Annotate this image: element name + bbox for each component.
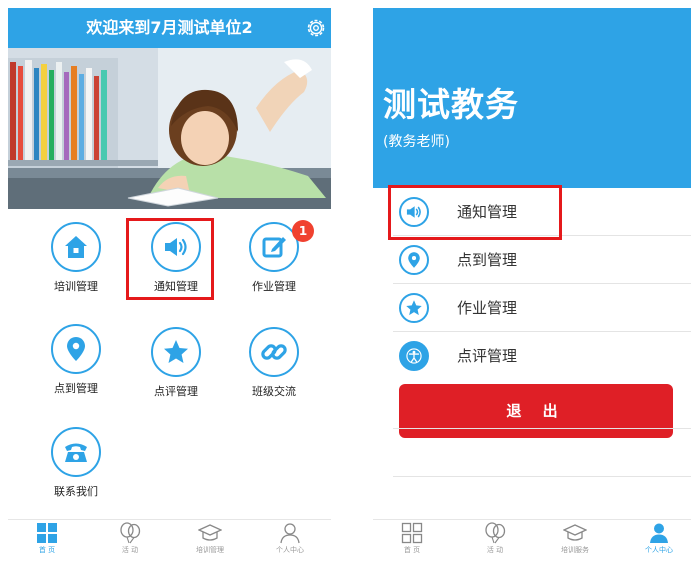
grid-label: 点评管理 — [154, 385, 198, 398]
highlight-box — [126, 218, 214, 300]
star-icon — [151, 327, 201, 377]
highlight-box — [388, 185, 562, 240]
divider — [393, 428, 691, 429]
notification-badge: 1 — [292, 220, 314, 242]
telephone-icon — [51, 427, 101, 477]
tab-label: 活 动 — [486, 546, 504, 554]
profile-screen: 测试教务 (教务老师) 通知管理 点到管理 作业管理 点评管理 退 出 首 页 … — [373, 0, 691, 567]
grid-label: 作业管理 — [252, 280, 296, 293]
tab-label: 个人中心 — [276, 546, 304, 554]
grid-label: 班级交流 — [252, 385, 296, 398]
balloon-icon — [120, 522, 141, 544]
banner-image — [8, 48, 331, 209]
user-name: 测试教务 — [383, 85, 519, 124]
grid-label: 联系我们 — [54, 485, 98, 498]
gear-icon[interactable] — [305, 17, 327, 39]
location-pin-icon — [399, 245, 429, 275]
tab-training[interactable]: 培训管理 — [180, 522, 240, 555]
person-icon — [650, 523, 668, 543]
bottom-tab-bar: 首 页 活 动 培训管理 个人中心 — [8, 519, 331, 567]
grid-icon — [401, 522, 423, 544]
person-icon — [280, 523, 300, 544]
menu-label: 点评管理 — [457, 347, 518, 365]
menu-label: 点到管理 — [457, 251, 518, 269]
tab-activity[interactable]: 活 动 — [465, 522, 525, 555]
user-role: (教务老师) — [383, 134, 450, 150]
graduation-cap-icon — [198, 524, 222, 541]
logout-button[interactable]: 退 出 — [399, 384, 673, 438]
tab-label: 首 页 — [403, 546, 421, 554]
graduation-cap-icon — [563, 524, 587, 541]
tab-training-service[interactable]: 培训服务 — [545, 522, 605, 555]
menu-item-homework[interactable]: 作业管理 — [393, 284, 691, 332]
menu-label: 作业管理 — [457, 299, 518, 317]
menu-item-review[interactable]: 点评管理 — [393, 332, 691, 380]
grid-item-training[interactable]: 培训管理 — [26, 222, 126, 294]
link-icon — [249, 327, 299, 377]
tab-home[interactable]: 首 页 — [17, 522, 77, 555]
tab-label: 培训服务 — [561, 546, 589, 554]
grid-item-attendance[interactable]: 点到管理 — [26, 324, 126, 396]
divider — [393, 476, 691, 477]
home-screen: 欢迎来到7月测试单位2 培训管理 通知管理 作业管理 1 点到管理 点评管理 班… — [8, 0, 331, 567]
grid-item-class-chat[interactable]: 班级交流 — [224, 327, 324, 399]
tab-profile[interactable]: 个人中心 — [629, 522, 689, 555]
accessibility-icon — [399, 341, 429, 371]
grid-icon — [37, 523, 57, 543]
star-icon — [399, 293, 429, 323]
top-header: 欢迎来到7月测试单位2 — [8, 8, 331, 48]
balloon-icon — [485, 522, 506, 544]
tab-profile[interactable]: 个人中心 — [260, 522, 320, 555]
tab-label: 活 动 — [121, 546, 139, 554]
tab-label: 个人中心 — [645, 546, 673, 554]
tab-home[interactable]: 首 页 — [382, 522, 442, 555]
grid-item-review[interactable]: 点评管理 — [126, 327, 226, 399]
grid-label: 培训管理 — [54, 280, 98, 293]
house-icon — [51, 222, 101, 272]
grid-item-contact[interactable]: 联系我们 — [26, 427, 126, 499]
tab-activity[interactable]: 活 动 — [100, 522, 160, 555]
bottom-tab-bar: 首 页 活 动 培训服务 个人中心 — [373, 519, 691, 567]
tab-label: 首 页 — [38, 546, 56, 554]
tab-label: 培训管理 — [196, 546, 224, 554]
location-pin-icon — [51, 324, 101, 374]
profile-header: 测试教务 (教务老师) — [373, 8, 691, 188]
grid-label: 点到管理 — [54, 382, 98, 395]
page-title: 欢迎来到7月测试单位2 — [86, 18, 253, 37]
menu-item-attendance[interactable]: 点到管理 — [393, 236, 691, 284]
